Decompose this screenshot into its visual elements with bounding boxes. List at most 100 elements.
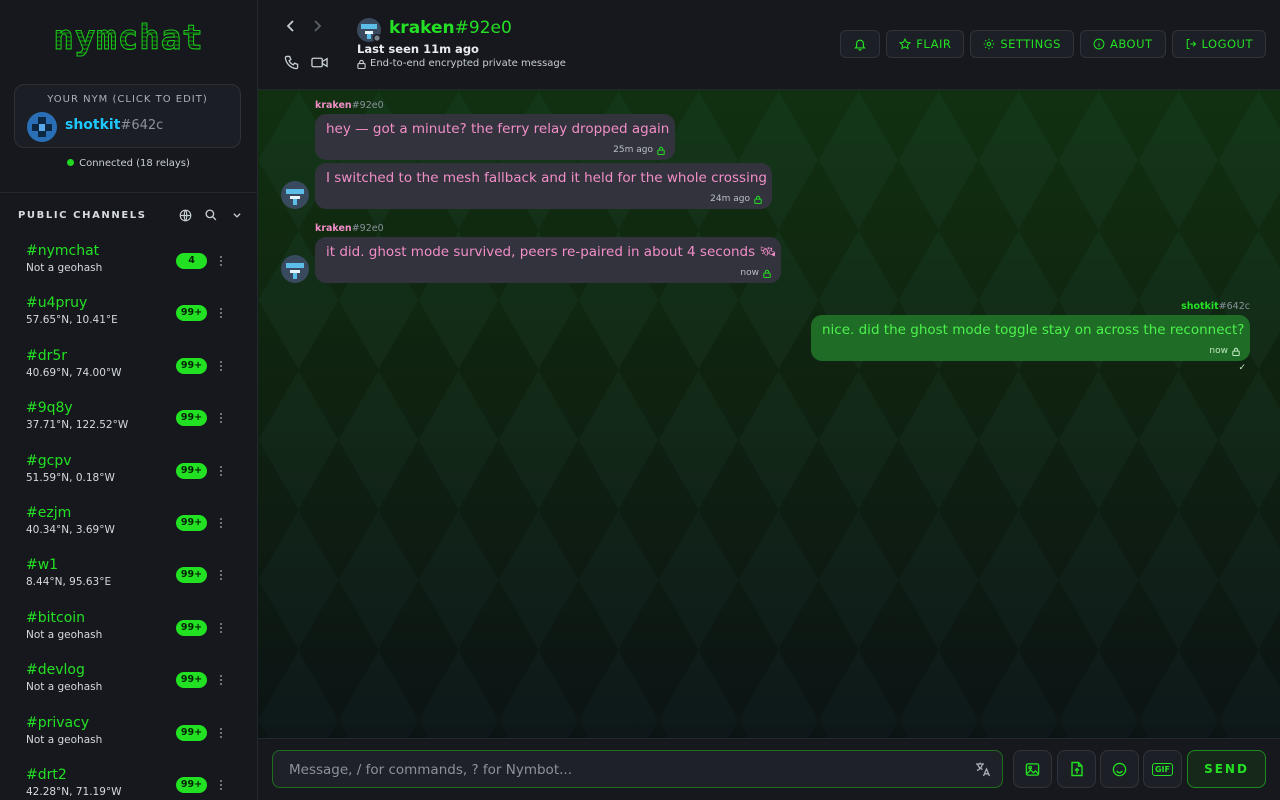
- app-logo: nymchat: [0, 18, 257, 59]
- nym-caption: YOUR NYM (CLICK TO EDIT): [47, 94, 208, 105]
- channel-menu-icon[interactable]: [216, 303, 226, 323]
- channel-item[interactable]: #dr5r 40.69°N, 74.00°W 99+: [0, 342, 257, 394]
- unread-badge: 99+: [176, 619, 207, 636]
- message-text: nice. did the ghost mode toggle stay on …: [822, 322, 1245, 338]
- phone-icon[interactable]: [282, 53, 300, 71]
- chat-header: kraken#92e0 Last seen 11m ago End-to-end…: [258, 0, 1280, 90]
- self-nym: shotkit#642c: [65, 117, 163, 133]
- channel-item[interactable]: #u4pruy 57.65°N, 10.41°E 99+: [0, 289, 257, 341]
- channel-menu-icon[interactable]: [216, 618, 226, 638]
- channel-list: #nymchat Not a geohash 4 #u4pruy 57.65°N…: [0, 237, 257, 800]
- channel-menu-icon[interactable]: [216, 251, 226, 271]
- sidebar: nymchat YOUR NYM (CLICK TO EDIT) shotkit…: [0, 0, 258, 800]
- channels-header: PUBLIC CHANNELS: [0, 193, 257, 237]
- file-upload-button[interactable]: [1057, 750, 1096, 788]
- logout-icon: [1186, 38, 1196, 50]
- channel-menu-icon[interactable]: [216, 775, 226, 795]
- message-time: now: [740, 268, 759, 278]
- lock-icon: [754, 195, 762, 204]
- about-button[interactable]: ABOUT: [1079, 30, 1166, 58]
- channel-item[interactable]: #devlog Not a geohash 99+: [0, 656, 257, 708]
- unread-badge: 99+: [176, 567, 207, 584]
- logout-button[interactable]: LOGOUT: [1171, 30, 1266, 58]
- composer: GIF SEND: [258, 738, 1280, 800]
- channel-menu-icon[interactable]: [216, 461, 226, 481]
- channel-location: Not a geohash: [26, 681, 103, 694]
- message-text: I switched to the mesh fallback and it h…: [326, 170, 767, 186]
- notifications-button[interactable]: [840, 30, 881, 58]
- chevron-down-icon[interactable]: [229, 207, 245, 223]
- chat-main: kraken#92e0 Last seen 11m ago End-to-end…: [258, 0, 1280, 800]
- back-arrow-icon[interactable]: [282, 17, 300, 35]
- message-time: now: [1209, 346, 1228, 356]
- message-sender[interactable]: kraken#92e0: [315, 100, 384, 111]
- emoji-icon: [1112, 762, 1127, 776]
- message-bubble[interactable]: nice. did the ghost mode toggle stay on …: [811, 315, 1250, 361]
- message-bubble[interactable]: hey — got a minute? the ferry relay drop…: [315, 114, 675, 160]
- self-nick: shotkit: [65, 117, 121, 133]
- channel-menu-icon[interactable]: [216, 723, 226, 743]
- video-call-icon[interactable]: [309, 53, 329, 71]
- unread-badge: 99+: [176, 462, 207, 479]
- sender-avatar-icon[interactable]: [281, 181, 309, 209]
- channel-location: Not a geohash: [26, 262, 103, 274]
- settings-button[interactable]: SETTINGS: [970, 30, 1074, 58]
- encryption-note: End-to-end encrypted private message: [357, 58, 566, 69]
- channel-menu-icon[interactable]: [216, 356, 226, 376]
- message-meta: 25m ago: [613, 145, 665, 155]
- channel-name: #ezjm: [26, 504, 72, 521]
- message-input-wrap: [272, 750, 1003, 789]
- message-meta: 24m ago: [710, 194, 762, 204]
- channel-item[interactable]: #ezjm 40.34°N, 3.69°W 99+: [0, 499, 257, 551]
- message-bubble[interactable]: I switched to the mesh fallback and it h…: [315, 163, 772, 209]
- message-text: hey — got a minute? the ferry relay drop…: [326, 121, 670, 137]
- file-upload-icon: [1070, 761, 1083, 777]
- channel-item[interactable]: #bitcoin Not a geohash 99+: [0, 604, 257, 656]
- settings-label: SETTINGS: [1000, 37, 1061, 51]
- sender-avatar-icon[interactable]: [281, 255, 309, 283]
- gif-button[interactable]: GIF: [1143, 750, 1182, 788]
- channel-item[interactable]: #gcpv 51.59°N, 0.18°W 99+: [0, 447, 257, 499]
- search-icon[interactable]: [203, 207, 219, 223]
- unread-badge: 99+: [176, 305, 207, 322]
- forward-arrow-icon[interactable]: [308, 17, 326, 35]
- nym-edit-card[interactable]: YOUR NYM (CLICK TO EDIT) shotkit#642c: [14, 84, 241, 148]
- logout-label: LOGOUT: [1201, 37, 1253, 51]
- channel-menu-icon[interactable]: [216, 408, 226, 428]
- channel-item[interactable]: #drt2 42.28°N, 71.19°W 99+: [0, 761, 257, 800]
- gif-label: GIF: [1151, 762, 1173, 776]
- unread-badge: 99+: [176, 672, 207, 689]
- channel-menu-icon[interactable]: [216, 670, 226, 690]
- channel-menu-icon[interactable]: [216, 565, 226, 585]
- channel-location: 40.34°N, 3.69°W: [26, 523, 115, 536]
- send-button[interactable]: SEND: [1187, 750, 1266, 788]
- globe-icon[interactable]: [177, 207, 193, 223]
- channel-location: 51.59°N, 0.18°W: [26, 471, 115, 484]
- emoji-button[interactable]: [1100, 750, 1139, 788]
- channel-location: 57.65°N, 10.41°E: [26, 314, 118, 327]
- channel-item[interactable]: #w1 8.44°N, 95.63°E 99+: [0, 551, 257, 603]
- message-bubble[interactable]: it did. ghost mode survived, peers re-pa…: [315, 237, 781, 283]
- channel-location: Not a geohash: [26, 733, 103, 746]
- channel-location: 37.71°N, 122.52°W: [26, 419, 129, 432]
- unread-badge: 99+: [176, 410, 207, 427]
- message-time: 25m ago: [613, 145, 653, 155]
- channel-item[interactable]: #9q8y 37.71°N, 122.52°W 99+: [0, 394, 257, 446]
- channel-menu-icon[interactable]: [216, 513, 226, 533]
- message-sender[interactable]: kraken#92e0: [315, 223, 384, 234]
- encryption-note-text: End-to-end encrypted private message: [370, 58, 566, 69]
- message-list: kraken#92e0 hey — got a minute? the ferr…: [258, 90, 1280, 738]
- message-input[interactable]: [287, 751, 971, 789]
- message-sender[interactable]: shotkit#642c: [1181, 301, 1250, 312]
- unread-badge: 99+: [176, 514, 207, 531]
- translate-icon[interactable]: [974, 760, 992, 778]
- peer-name[interactable]: kraken#92e0: [389, 18, 512, 38]
- channel-item[interactable]: #nymchat Not a geohash 4: [0, 237, 257, 289]
- image-upload-button[interactable]: [1013, 750, 1052, 788]
- channel-item[interactable]: #privacy Not a geohash 99+: [0, 709, 257, 761]
- channels-title: PUBLIC CHANNELS: [18, 209, 147, 221]
- unread-badge: 99+: [176, 357, 207, 374]
- lock-icon: [763, 269, 771, 278]
- flair-button[interactable]: FLAIR: [886, 30, 965, 58]
- message-sender-tag: #92e0: [351, 223, 384, 234]
